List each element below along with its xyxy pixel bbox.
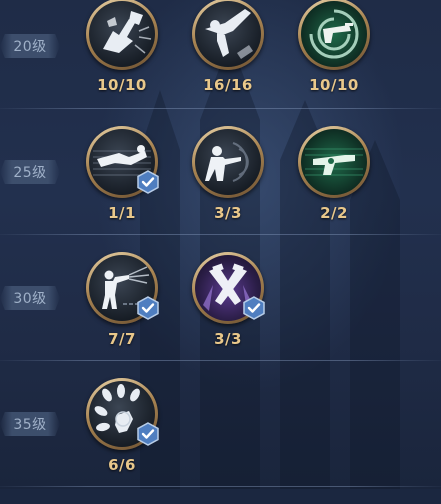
skill-slot[interactable]: 6/6: [86, 378, 162, 478]
row-divider: [0, 360, 441, 361]
level-label: 30级: [0, 286, 60, 310]
skill-slot[interactable]: 2/2: [298, 126, 374, 226]
level-label: 20级: [0, 34, 60, 58]
skill-count: 16/16: [203, 76, 253, 94]
checkmark-badge-icon: [137, 296, 159, 320]
skill-count: 10/10: [97, 76, 147, 94]
row-divider: [0, 108, 441, 109]
revolver-swirl-icon: [301, 1, 367, 67]
skill-count: 10/10: [309, 76, 359, 94]
skill-frame: [192, 0, 264, 70]
skill-slot[interactable]: 7/7: [86, 252, 162, 352]
row-divider: [0, 234, 441, 235]
high-kick-icon: [195, 1, 261, 67]
skill-count: 2/2: [320, 204, 348, 222]
checkmark-badge-icon: [137, 170, 159, 194]
skill-slot[interactable]: 1/1: [86, 126, 162, 226]
level-label: 25级: [0, 160, 60, 184]
skill-frame: [298, 0, 370, 70]
skill-count: 1/1: [108, 204, 136, 222]
checkmark-badge-icon: [137, 422, 159, 446]
level-label: 35级: [0, 412, 60, 436]
skill-slot[interactable]: 3/3: [192, 252, 268, 352]
skill-count: 3/3: [214, 204, 242, 222]
green-revolver-icon: [301, 129, 367, 195]
skill-frame: [86, 0, 158, 70]
skill-frame: [298, 126, 370, 198]
skill-count: 3/3: [214, 330, 242, 348]
row-divider: [0, 486, 441, 487]
skill-count: 7/7: [108, 330, 136, 348]
skill-count: 6/6: [108, 456, 136, 474]
gunshot-pose-icon: [195, 129, 261, 195]
skill-slot[interactable]: 16/16: [192, 0, 268, 98]
checkmark-badge-icon: [243, 296, 265, 320]
shattering-strike-icon: [89, 1, 155, 67]
skill-slot[interactable]: 3/3: [192, 126, 268, 226]
skill-frame: [192, 126, 264, 198]
skill-slot[interactable]: 10/10: [86, 0, 162, 98]
skill-slot[interactable]: 10/10: [298, 0, 374, 98]
